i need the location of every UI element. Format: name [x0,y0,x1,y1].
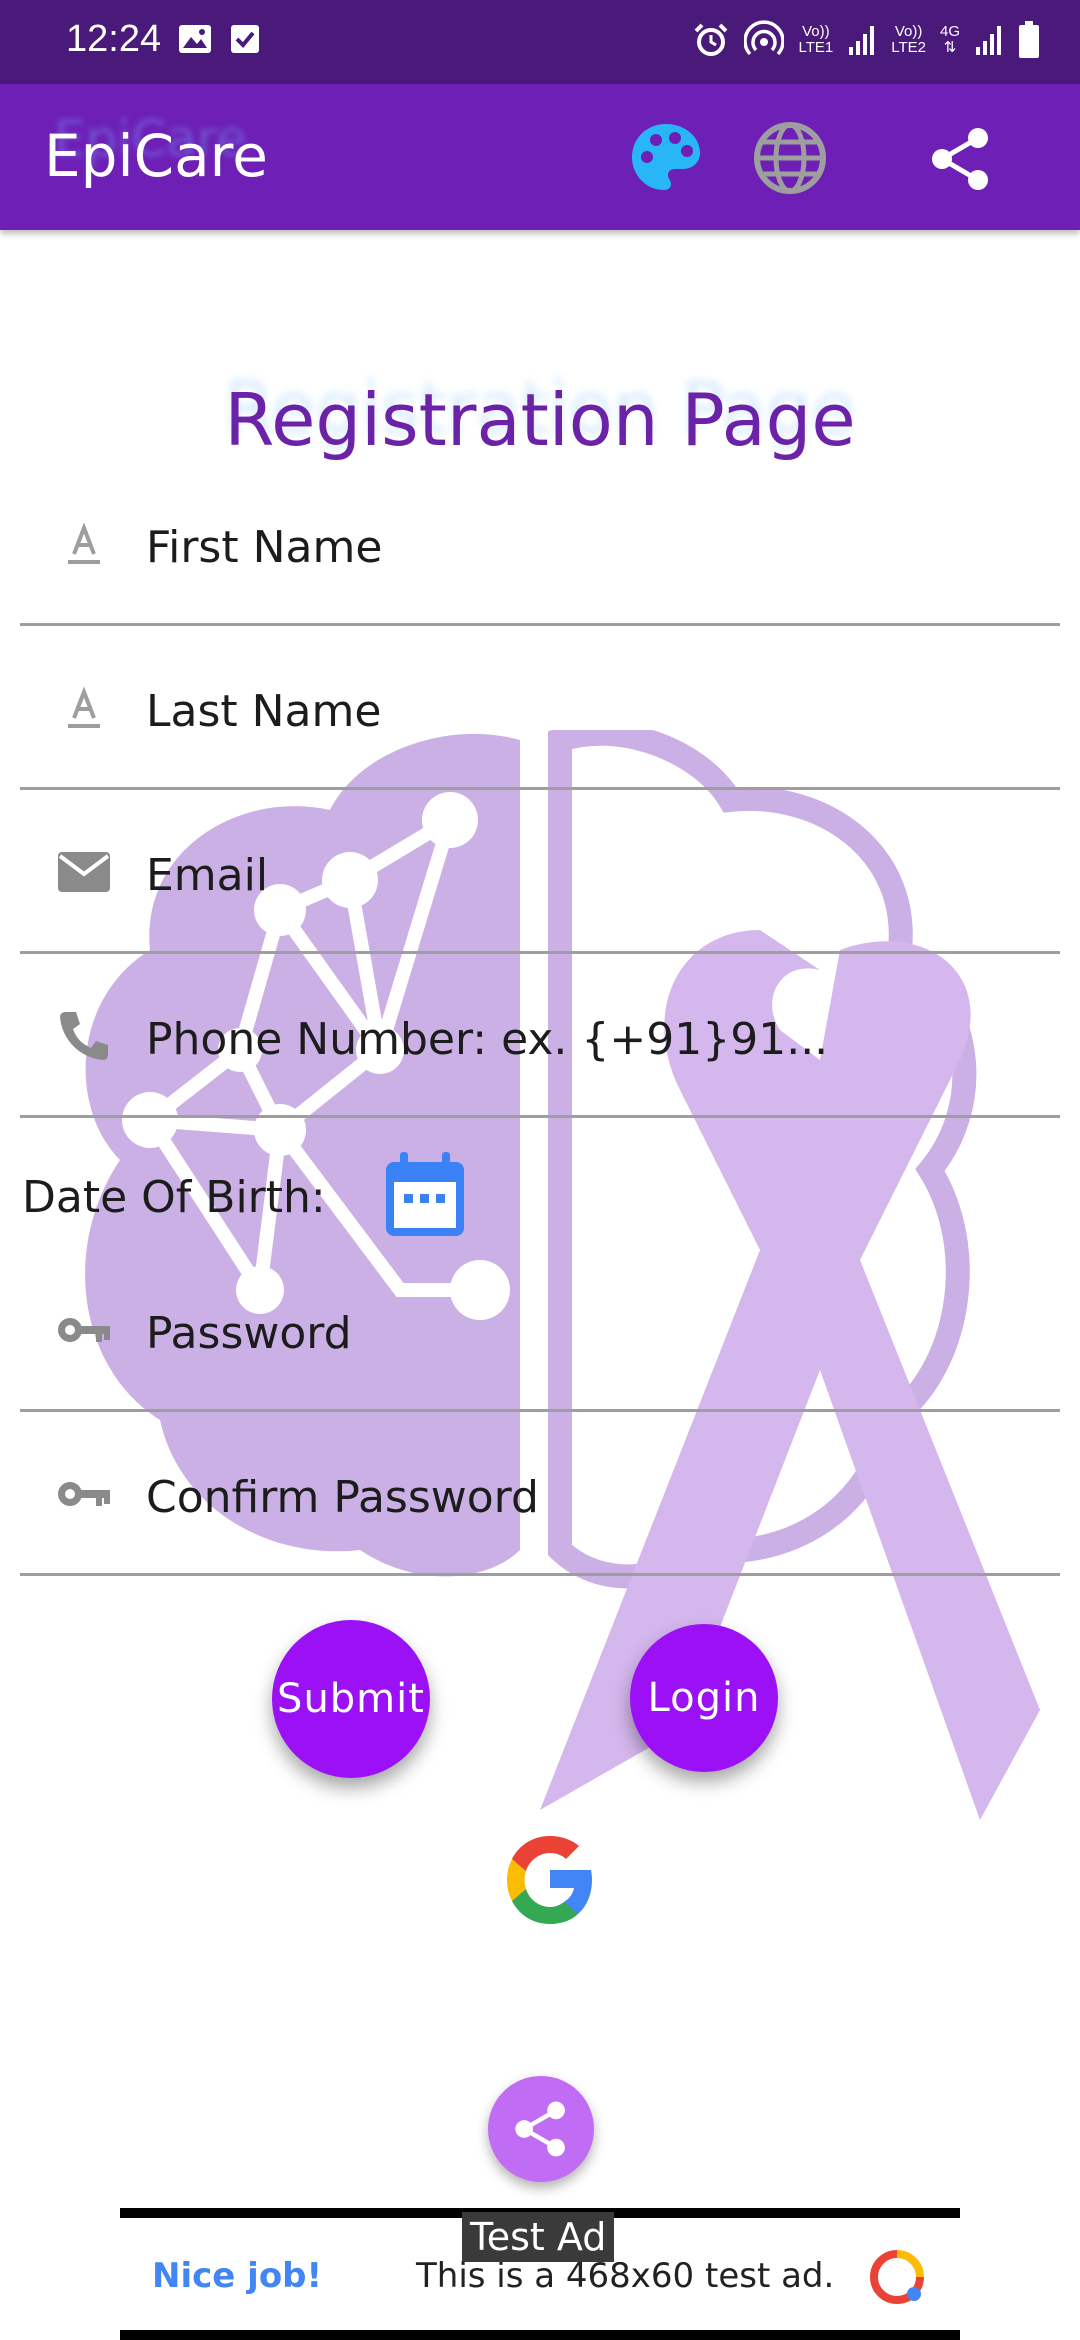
email-field[interactable]: Email [20,790,1060,954]
globe-icon[interactable] [752,120,828,196]
sim2-volte-label: Vo)) [894,23,923,40]
signal-strength-icon [976,26,1001,55]
phone-number-field[interactable]: Phone Number: ex. {+91}91... [20,954,1060,1118]
password-field[interactable]: Password [20,1248,1060,1412]
email-icon [58,852,110,892]
last-name-field[interactable]: Last Name [20,626,1060,790]
test-ad-label: Test Ad [462,2212,615,2262]
data-arrows-icon: ⇅ [943,39,957,56]
app-bar: EpiCare EpiCare [0,84,1080,230]
app-title: EpiCare [44,122,268,190]
sim2-lte-label: LTE2 [891,39,926,56]
status-time: 12:24 [66,18,162,60]
share-icon [515,2101,565,2157]
network-type-label: 4G [939,23,960,40]
first-name-placeholder: First Name [146,522,383,573]
sim1-volte-label: Vo)) [802,23,830,40]
calendar-icon[interactable] [382,1150,468,1240]
password-placeholder: Password [146,1308,352,1359]
share-icon[interactable] [926,124,996,194]
last-name-placeholder: Last Name [146,686,382,737]
key-icon [58,1482,110,1506]
hotspot-icon [744,20,785,56]
phone-icon [60,1012,108,1060]
share-fab-button[interactable] [488,2076,594,2182]
text-format-icon [68,522,100,564]
sim1-lte-label: LTE1 [798,39,834,56]
phone-number-placeholder: Phone Number: ex. {+91}91... [146,1014,829,1065]
google-signin-icon[interactable] [496,1826,604,1934]
email-placeholder: Email [146,850,269,901]
text-format-icon [68,686,100,728]
key-icon [58,1318,110,1342]
submit-button[interactable]: Submit [272,1620,430,1778]
status-bar: 12:24 Vo)) LTE1 Vo)) LTE2 4G ⇅ [0,0,1080,84]
ad-logo-icon [870,2250,924,2304]
battery-icon [1019,21,1039,58]
checkbox-notification-icon [231,25,259,53]
image-notification-icon [179,25,211,53]
confirm-password-field[interactable]: Confirm Password [20,1412,1060,1576]
palette-icon[interactable] [628,120,704,196]
date-of-birth-label: Date Of Birth: [22,1172,326,1223]
first-name-field[interactable]: First Name [20,462,1060,626]
page-title: Registration Page [224,378,856,462]
ad-nice-job-text: Nice job! [152,2256,323,2296]
ad-description: This is a 468x60 test ad. [416,2256,835,2296]
alarm-icon [695,23,728,56]
signal-strength-icon [849,26,875,55]
confirm-password-placeholder: Confirm Password [146,1472,539,1523]
login-button[interactable]: Login [630,1624,778,1772]
